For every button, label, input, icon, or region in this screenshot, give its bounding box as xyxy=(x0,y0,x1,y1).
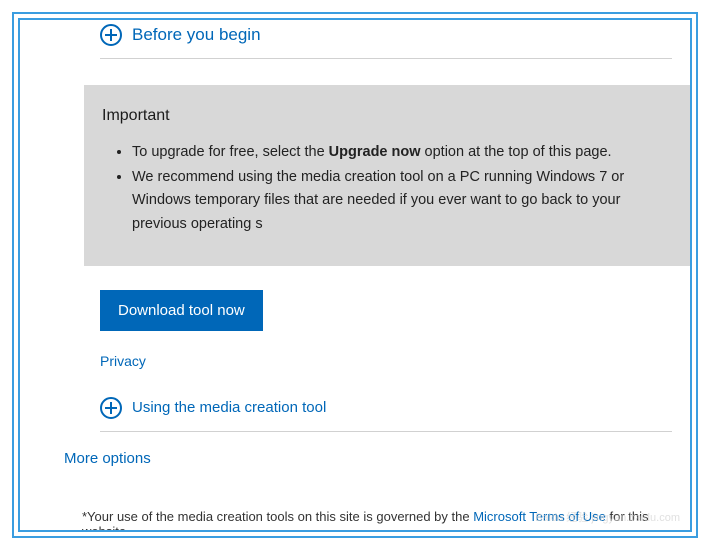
before-you-begin-expand[interactable]: Before you begin xyxy=(100,20,672,46)
plus-circle-icon xyxy=(100,24,122,46)
important-list: To upgrade for free, select the Upgrade … xyxy=(102,141,672,236)
before-you-begin-label: Before you begin xyxy=(132,25,261,45)
more-options-link[interactable]: More options xyxy=(64,450,672,467)
plus-circle-icon xyxy=(100,397,122,419)
frame-inner: Before you begin Important To upgrade fo… xyxy=(18,18,692,532)
important-bullet-2: We recommend using the media creation to… xyxy=(132,166,672,236)
text: option at the top of this page. xyxy=(421,144,612,160)
important-box: Important To upgrade for free, select th… xyxy=(84,85,690,266)
divider xyxy=(100,431,672,432)
important-bullet-1: To upgrade for free, select the Upgrade … xyxy=(132,141,672,164)
using-tool-label: Using the media creation tool xyxy=(132,399,326,416)
download-tool-button[interactable]: Download tool now xyxy=(100,290,263,331)
footnote-text: *Your use of the media creation tools on… xyxy=(82,509,473,524)
important-title: Important xyxy=(102,107,672,125)
privacy-link[interactable]: Privacy xyxy=(100,353,672,369)
text: To upgrade for free, select the xyxy=(132,144,329,160)
using-media-creation-tool-expand[interactable]: Using the media creation tool xyxy=(100,397,672,419)
watermark: Baidu 经验 jingyan.baidu.com xyxy=(535,512,680,524)
divider xyxy=(100,58,672,59)
page-content: Before you begin Important To upgrade fo… xyxy=(20,20,690,532)
text-bold: Upgrade now xyxy=(329,144,421,160)
